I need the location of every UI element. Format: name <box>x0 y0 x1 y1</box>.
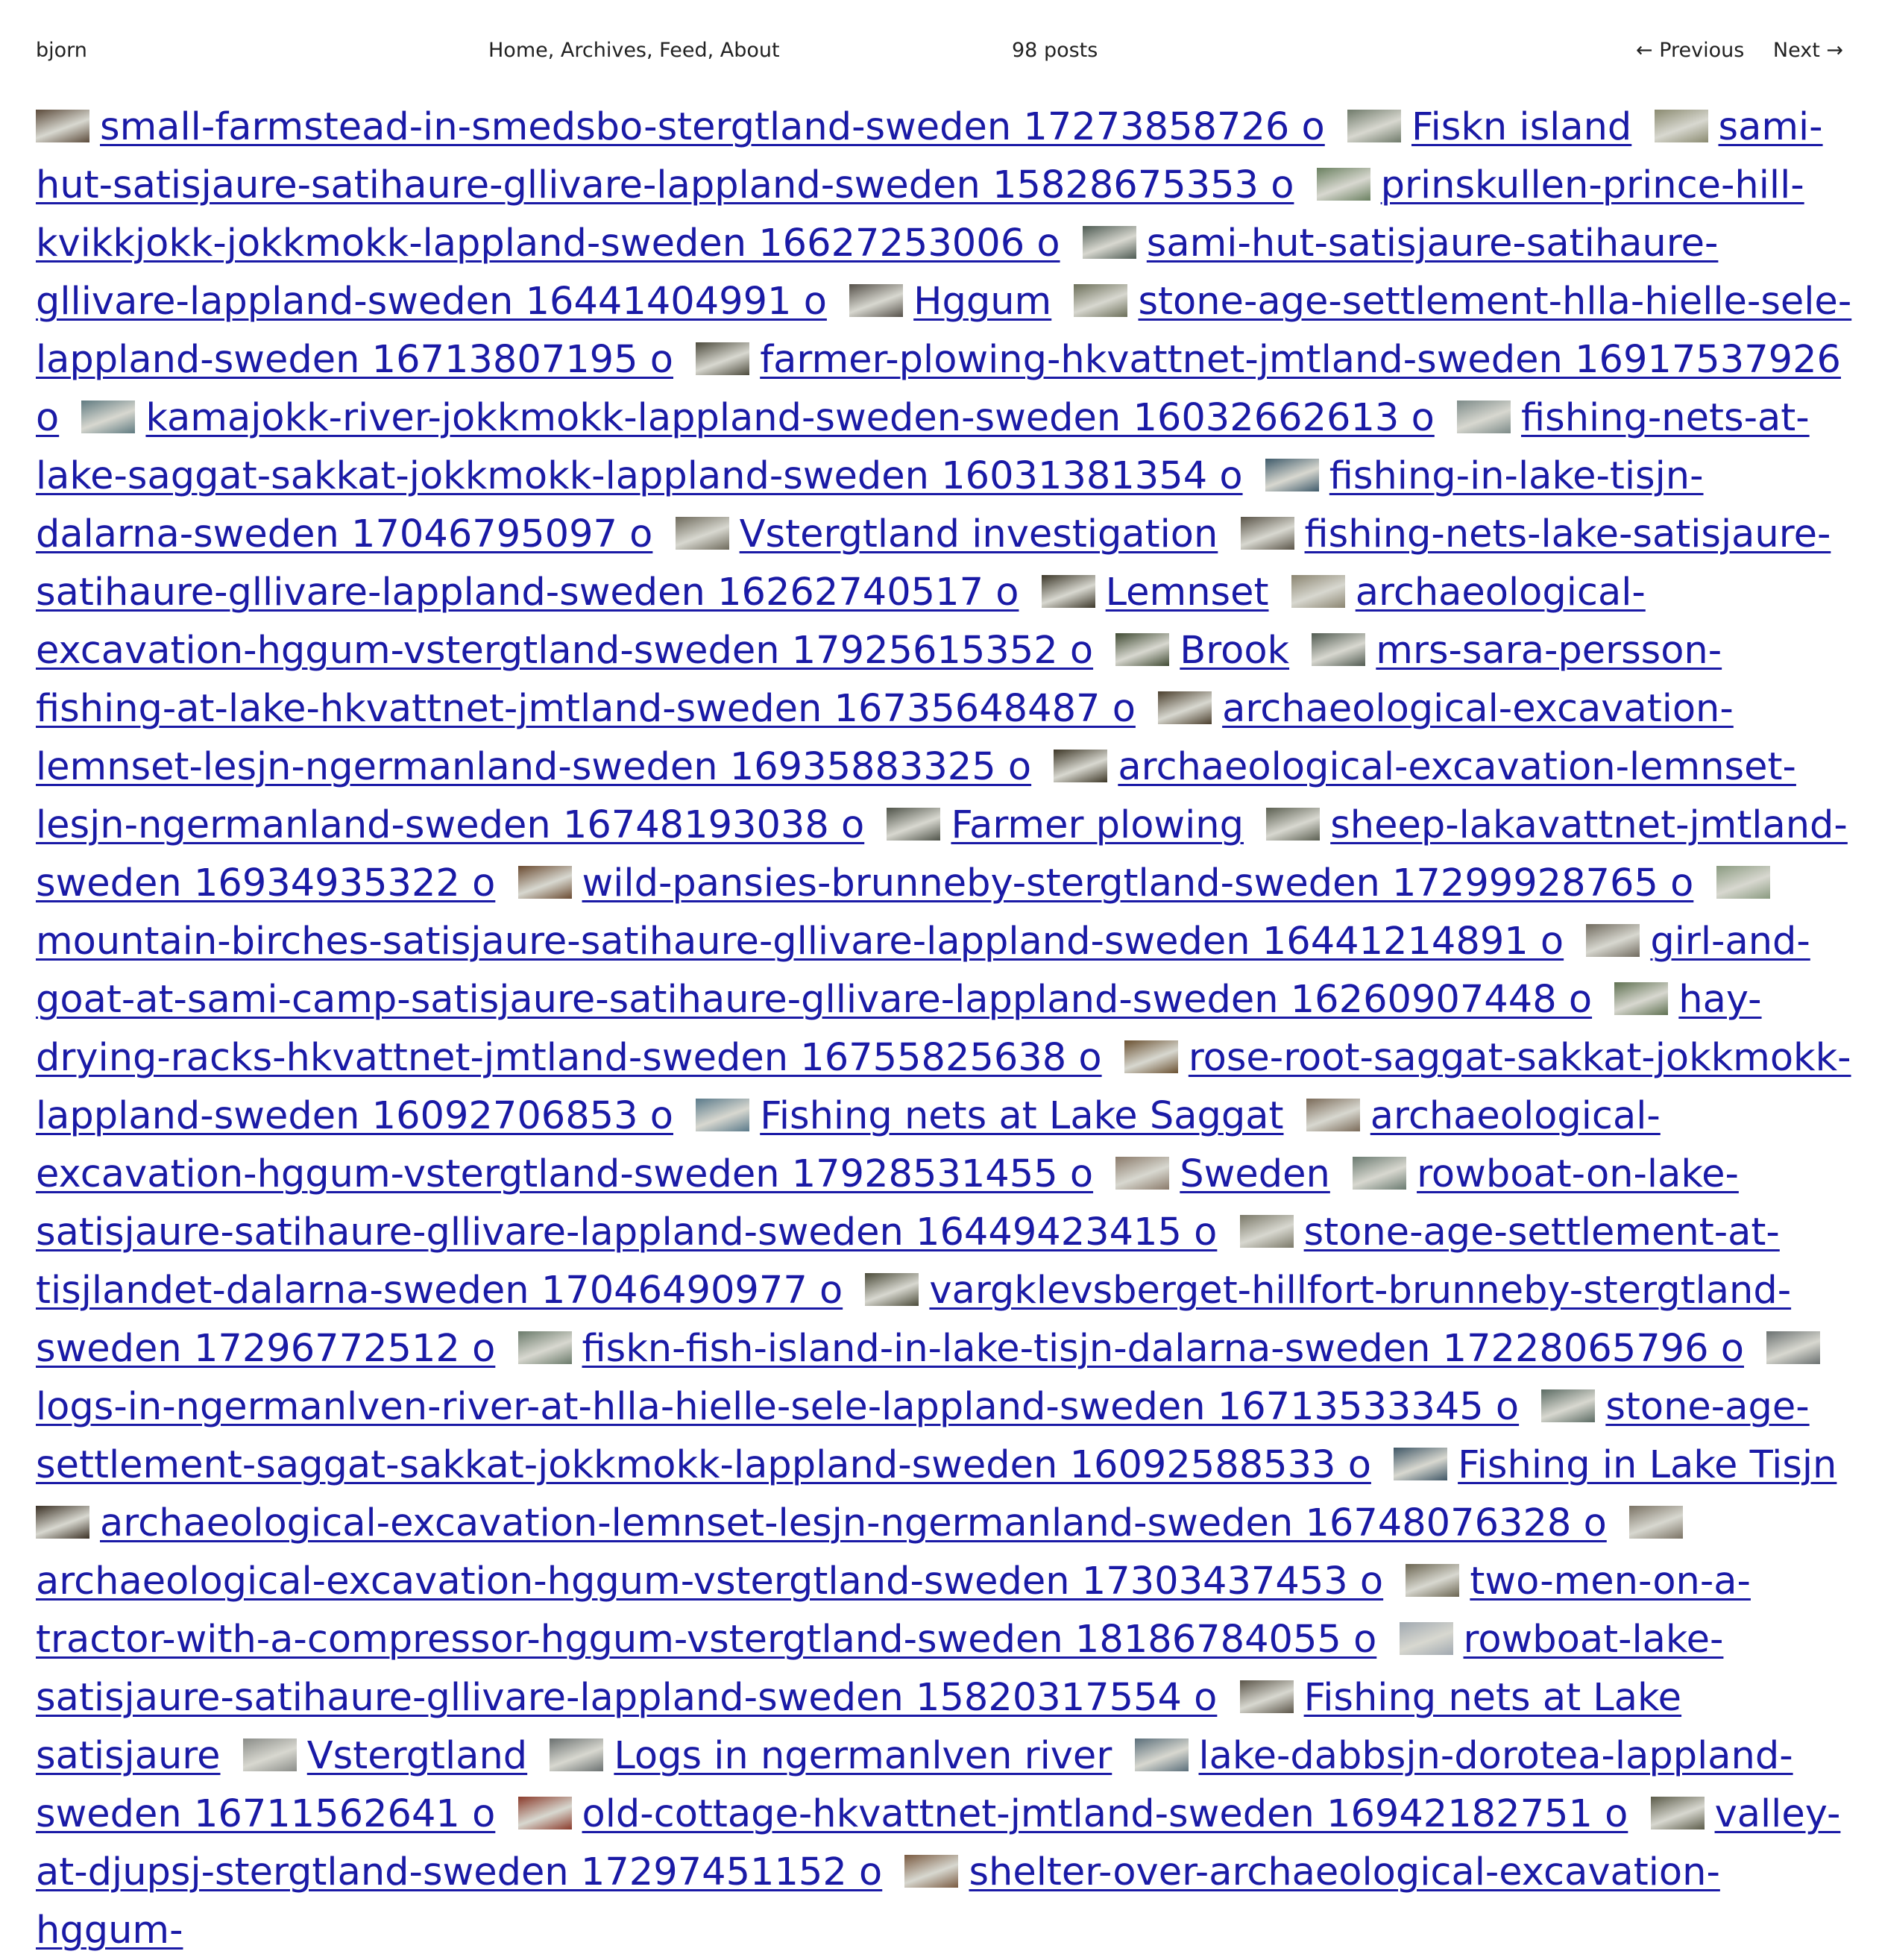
post-link[interactable]: mountain-birches-satisjaure-satihaure-gl… <box>36 920 1564 964</box>
post-thumbnail-image[interactable] <box>1347 110 1401 142</box>
post-link[interactable]: Farmer plowing <box>951 803 1244 847</box>
post-thumbnail-image[interactable] <box>1399 1622 1453 1655</box>
post-thumbnail-image[interactable] <box>1054 750 1108 782</box>
post-thumbnail-image[interactable] <box>696 1099 750 1131</box>
post-thumbnail-image[interactable] <box>904 1855 959 1888</box>
post-thumbnail-image[interactable] <box>36 110 89 142</box>
post-thumbnail-image[interactable] <box>675 517 729 550</box>
post-list: small-farmstead-in-smedsbo-stergtland-sw… <box>36 98 1855 1960</box>
post-item: Brook <box>1115 629 1289 673</box>
post-thumbnail-image[interactable] <box>849 284 904 317</box>
post-thumbnail-image[interactable] <box>1240 517 1294 550</box>
post-link[interactable]: Lemnset <box>1106 571 1269 615</box>
post-count: 98 posts <box>1012 39 1098 62</box>
post-link[interactable]: Brook <box>1180 629 1289 673</box>
post-thumbnail-image[interactable] <box>1239 1215 1294 1248</box>
pagination: ← Previous Next → <box>1614 39 1843 62</box>
post-thumbnail-image[interactable] <box>1394 1448 1448 1480</box>
post-thumbnail-image[interactable] <box>1650 1797 1705 1829</box>
post-item: small-farmstead-in-smedsbo-stergtland-sw… <box>36 105 1325 149</box>
post-thumbnail-image[interactable] <box>1115 1157 1170 1190</box>
post-link[interactable]: archaeological-excavation-hggum-vstergtl… <box>36 1559 1383 1604</box>
post-thumbnail-image[interactable] <box>1457 401 1511 433</box>
post-link[interactable]: kamajokk-river-jokkmokk-lappland-sweden-… <box>145 396 1434 440</box>
post-thumbnail-image[interactable] <box>1082 226 1136 259</box>
post-item: Vstergtland investigation <box>675 512 1218 556</box>
post-thumbnail-image[interactable] <box>1306 1099 1360 1131</box>
post-thumbnail-image[interactable] <box>696 342 750 375</box>
post-thumbnail-image[interactable] <box>1353 1157 1407 1190</box>
post-thumbnail-image[interactable] <box>1766 1331 1821 1364</box>
post-thumbnail-image[interactable] <box>36 1506 89 1539</box>
post-thumbnail-image[interactable] <box>1115 633 1170 666</box>
post-thumbnail-image[interactable] <box>1291 575 1345 608</box>
post-thumbnail-image[interactable] <box>550 1738 604 1771</box>
post-thumbnail-image[interactable] <box>865 1273 919 1306</box>
post-thumbnail-image[interactable] <box>1074 284 1128 317</box>
post-thumbnail-image[interactable] <box>517 866 572 899</box>
post-link[interactable]: old-cottage-hkvattnet-jmtland-sweden 169… <box>582 1792 1628 1836</box>
post-link[interactable]: logs-in-ngermanlven-river-at-hlla-hielle… <box>36 1385 1519 1429</box>
post-item: Hggum <box>849 280 1051 324</box>
post-item: Fishing nets at Lake Saggat <box>696 1094 1284 1138</box>
post-item: kamajokk-river-jokkmokk-lappland-sweden-… <box>81 396 1435 440</box>
post-thumbnail-image[interactable] <box>1316 168 1370 201</box>
post-thumbnail-image[interactable] <box>242 1738 297 1771</box>
nav-link-archives[interactable]: Archives <box>561 39 646 62</box>
nav-link-about[interactable]: About <box>720 39 780 62</box>
post-thumbnail-image[interactable] <box>81 401 136 433</box>
site-title[interactable]: bjorn <box>36 39 87 62</box>
post-link[interactable]: Hggum <box>913 280 1051 324</box>
post-item: Fishing in Lake Tisjn <box>1394 1443 1836 1487</box>
post-thumbnail-image[interactable] <box>1629 1506 1683 1539</box>
post-thumbnail-image[interactable] <box>887 808 941 841</box>
post-thumbnail-image[interactable] <box>1124 1040 1178 1073</box>
nav-link-home[interactable]: Home <box>488 39 548 62</box>
post-item: wild-pansies-brunneby-stergtland-sweden … <box>517 861 1694 905</box>
post-thumbnail-image[interactable] <box>1158 691 1212 724</box>
post-thumbnail-image[interactable] <box>1134 1738 1189 1771</box>
next-link[interactable]: Next → <box>1773 39 1843 62</box>
post-item: Logs in ngermanlven river <box>550 1734 1112 1778</box>
post-link[interactable]: wild-pansies-brunneby-stergtland-sweden … <box>582 861 1694 905</box>
post-thumbnail-image[interactable] <box>1406 1564 1460 1597</box>
post-item: Farmer plowing <box>887 803 1244 847</box>
post-link[interactable]: small-farmstead-in-smedsbo-stergtland-sw… <box>100 105 1325 149</box>
post-link[interactable]: archaeological-excavation-lemnset-lesjn-… <box>100 1501 1607 1545</box>
post-thumbnail-image[interactable] <box>1716 866 1770 899</box>
post-link[interactable]: Logs in ngermanlven river <box>614 1734 1112 1778</box>
post-thumbnail-image[interactable] <box>1041 575 1095 608</box>
post-link[interactable]: Fishing nets at Lake Saggat <box>760 1094 1283 1138</box>
nav-link-feed[interactable]: Feed <box>659 39 707 62</box>
post-thumbnail-image[interactable] <box>517 1331 572 1364</box>
post-link[interactable]: Vstergtland <box>307 1734 527 1778</box>
post-link[interactable]: Vstergtland investigation <box>740 512 1218 556</box>
post-link[interactable]: Sweden <box>1180 1152 1330 1196</box>
post-thumbnail-image[interactable] <box>1265 459 1319 491</box>
post-thumbnail-image[interactable] <box>1541 1389 1596 1422</box>
post-link[interactable]: Fiskn island <box>1411 105 1631 149</box>
post-item: Vstergtland <box>242 1734 527 1778</box>
post-link[interactable]: fiskn-fish-island-in-lake-tisjn-dalarna-… <box>582 1327 1744 1371</box>
post-thumbnail-image[interactable] <box>1586 924 1640 957</box>
post-item: Sweden <box>1115 1152 1330 1196</box>
post-thumbnail-image[interactable] <box>1239 1680 1294 1713</box>
post-item: archaeological-excavation-lemnset-lesjn-… <box>36 1501 1607 1545</box>
site-header: bjorn Home, Archives, Feed, About 98 pos… <box>0 0 1879 97</box>
post-item: Lemnset <box>1041 571 1269 615</box>
post-thumbnail-image[interactable] <box>1266 808 1321 841</box>
post-item: old-cottage-hkvattnet-jmtland-sweden 169… <box>517 1792 1628 1836</box>
post-link[interactable]: Fishing in Lake Tisjn <box>1458 1443 1836 1487</box>
post-thumbnail-image[interactable] <box>1654 110 1708 142</box>
post-item: fiskn-fish-island-in-lake-tisjn-dalarna-… <box>517 1327 1744 1371</box>
post-thumbnail-image[interactable] <box>1312 633 1366 666</box>
previous-link[interactable]: ← Previous <box>1636 39 1744 62</box>
main-nav: Home, Archives, Feed, About <box>488 39 780 62</box>
post-item: Fiskn island <box>1347 105 1631 149</box>
post-thumbnail-image[interactable] <box>517 1797 572 1829</box>
post-thumbnail-image[interactable] <box>1614 982 1669 1015</box>
